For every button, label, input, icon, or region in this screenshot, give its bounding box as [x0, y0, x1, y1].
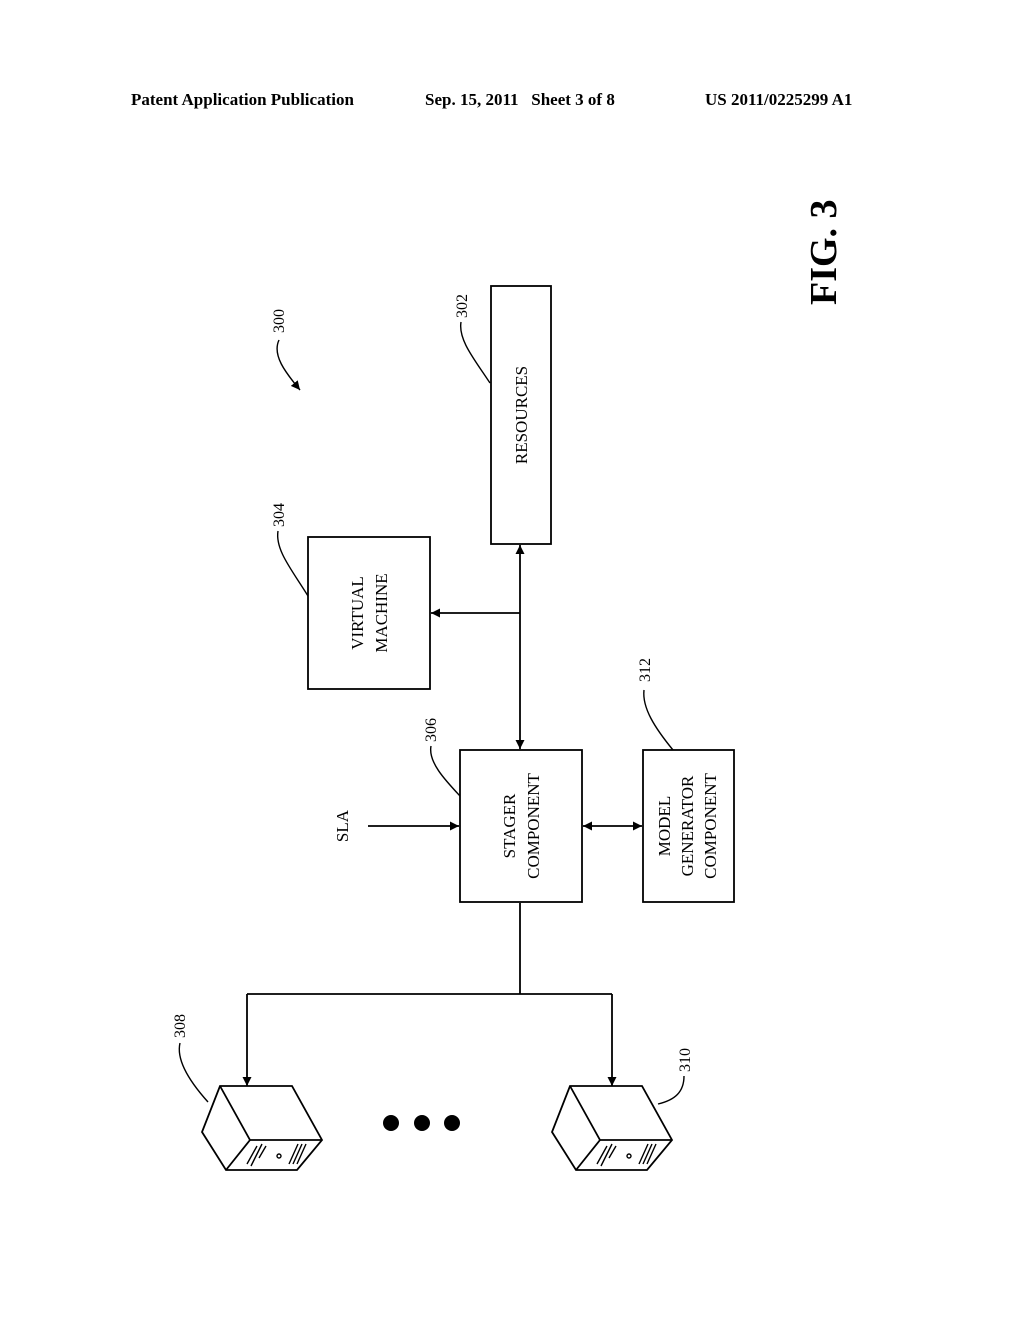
sla-input-label: SLA	[333, 809, 352, 842]
stager-label-line1: STAGER	[500, 793, 519, 858]
server-icon	[200, 1085, 324, 1171]
stager-ref: 306	[423, 718, 440, 742]
stager-leader	[430, 745, 461, 797]
server-310-ref: 310	[677, 1048, 694, 1072]
server-308-ref: 308	[172, 1014, 189, 1038]
model-generator-label-line3: COMPONENT	[701, 772, 720, 878]
server-308-leader	[178, 1042, 209, 1103]
patent-figure-diagram: FIG. 3 300 RESOURCES 302 VIRTUAL MACHINE…	[172, 199, 845, 1171]
virtual-machine-ref: 304	[271, 503, 288, 527]
stager-component-block: STAGER COMPONENT	[459, 749, 583, 903]
model-generator-block: MODEL GENERATOR COMPONENT	[642, 749, 735, 903]
system-ref-arrow	[276, 339, 301, 391]
resources-leader	[460, 321, 491, 384]
figure-title: FIG. 3	[803, 199, 845, 305]
virtual-machine-label-line2: MACHINE	[372, 573, 391, 652]
virtual-machine-leader	[277, 530, 309, 597]
more-servers-ellipsis	[383, 1115, 460, 1131]
model-generator-label-line2: GENERATOR	[678, 775, 697, 876]
system-ref-number: 300	[271, 309, 288, 333]
virtual-machine-block: VIRTUAL MACHINE	[307, 536, 431, 690]
resources-ref: 302	[454, 294, 471, 318]
model-generator-label-line1: MODEL	[655, 796, 674, 856]
server-icon	[550, 1085, 674, 1171]
stager-label-line2: COMPONENT	[524, 772, 543, 878]
virtual-machine-label-line1: VIRTUAL	[348, 576, 367, 650]
resources-label: RESOURCES	[512, 366, 531, 464]
server-310-leader	[657, 1075, 685, 1105]
model-generator-ref: 312	[637, 658, 654, 682]
resources-block: RESOURCES	[490, 285, 552, 545]
model-generator-leader	[643, 689, 674, 751]
